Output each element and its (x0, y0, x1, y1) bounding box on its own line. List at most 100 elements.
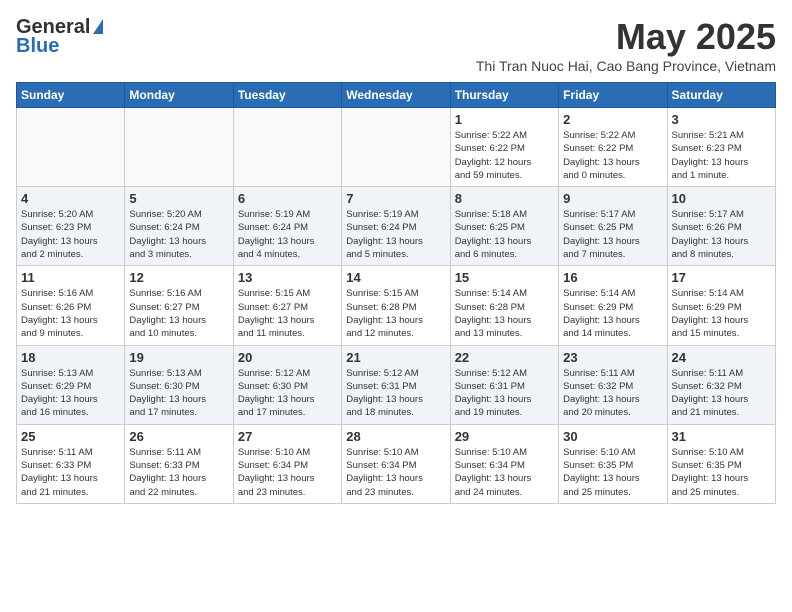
calendar-cell (17, 108, 125, 187)
calendar-cell: 20 Sunrise: 5:12 AM Sunset: 6:30 PM Dayli… (233, 345, 341, 424)
day-info: Sunrise: 5:14 AM Sunset: 6:29 PM Dayligh… (563, 287, 662, 340)
calendar-cell: 18 Sunrise: 5:13 AM Sunset: 6:29 PM Dayli… (17, 345, 125, 424)
day-info: Sunrise: 5:21 AM Sunset: 6:23 PM Dayligh… (672, 129, 771, 182)
logo: General Blue (16, 16, 103, 58)
day-info: Sunrise: 5:13 AM Sunset: 6:29 PM Dayligh… (21, 367, 120, 420)
calendar-cell: 27 Sunrise: 5:10 AM Sunset: 6:34 PM Dayli… (233, 424, 341, 503)
column-header-thursday: Thursday (450, 83, 558, 108)
calendar-cell (233, 108, 341, 187)
calendar-cell (125, 108, 233, 187)
day-number: 18 (21, 350, 120, 365)
calendar-title: May 2025 (476, 16, 776, 58)
day-info: Sunrise: 5:12 AM Sunset: 6:31 PM Dayligh… (455, 367, 554, 420)
day-number: 21 (346, 350, 445, 365)
calendar-week-row: 1 Sunrise: 5:22 AM Sunset: 6:22 PM Daylig… (17, 108, 776, 187)
day-number: 16 (563, 270, 662, 285)
calendar-cell: 6Sunrise: 5:19 AM Sunset: 6:24 PM Daylig… (233, 187, 341, 266)
title-block: May 2025 Thi Tran Nuoc Hai, Cao Bang Pro… (476, 16, 776, 74)
calendar-cell: 30Sunrise: 5:10 AM Sunset: 6:35 PM Dayli… (559, 424, 667, 503)
day-number: 22 (455, 350, 554, 365)
day-number: 30 (563, 429, 662, 444)
day-info: Sunrise: 5:19 AM Sunset: 6:24 PM Dayligh… (346, 208, 445, 261)
calendar-header-row: SundayMondayTuesdayWednesdayThursdayFrid… (17, 83, 776, 108)
day-number: 29 (455, 429, 554, 444)
calendar-cell: 10Sunrise: 5:17 AM Sunset: 6:26 PM Dayli… (667, 187, 775, 266)
calendar-cell: 12 Sunrise: 5:16 AM Sunset: 6:27 PM Dayli… (125, 266, 233, 345)
calendar-cell: 29 Sunrise: 5:10 AM Sunset: 6:34 PM Dayli… (450, 424, 558, 503)
day-number: 19 (129, 350, 228, 365)
day-number: 31 (672, 429, 771, 444)
calendar-cell: 28 Sunrise: 5:10 AM Sunset: 6:34 PM Dayli… (342, 424, 450, 503)
day-number: 27 (238, 429, 337, 444)
day-number: 12 (129, 270, 228, 285)
calendar-cell (342, 108, 450, 187)
day-info: Sunrise: 5:10 AM Sunset: 6:34 PM Dayligh… (346, 446, 445, 499)
calendar-cell: 2Sunrise: 5:22 AM Sunset: 6:22 PM Daylig… (559, 108, 667, 187)
calendar-location: Thi Tran Nuoc Hai, Cao Bang Province, Vi… (476, 58, 776, 74)
day-info: Sunrise: 5:12 AM Sunset: 6:30 PM Dayligh… (238, 367, 337, 420)
day-number: 2 (563, 112, 662, 127)
day-info: Sunrise: 5:11 AM Sunset: 6:32 PM Dayligh… (563, 367, 662, 420)
calendar-cell: 31 Sunrise: 5:10 AM Sunset: 6:35 PM Dayli… (667, 424, 775, 503)
column-header-sunday: Sunday (17, 83, 125, 108)
calendar-cell: 14Sunrise: 5:15 AM Sunset: 6:28 PM Dayli… (342, 266, 450, 345)
calendar-cell: 1 Sunrise: 5:22 AM Sunset: 6:22 PM Daylig… (450, 108, 558, 187)
calendar-cell: 13Sunrise: 5:15 AM Sunset: 6:27 PM Dayli… (233, 266, 341, 345)
calendar-cell: 21 Sunrise: 5:12 AM Sunset: 6:31 PM Dayli… (342, 345, 450, 424)
day-info: Sunrise: 5:10 AM Sunset: 6:34 PM Dayligh… (455, 446, 554, 499)
day-info: Sunrise: 5:12 AM Sunset: 6:31 PM Dayligh… (346, 367, 445, 420)
calendar-cell: 23 Sunrise: 5:11 AM Sunset: 6:32 PM Dayli… (559, 345, 667, 424)
day-number: 14 (346, 270, 445, 285)
calendar-cell: 4 Sunrise: 5:20 AM Sunset: 6:23 PM Daylig… (17, 187, 125, 266)
day-info: Sunrise: 5:17 AM Sunset: 6:25 PM Dayligh… (563, 208, 662, 261)
calendar-cell: 16 Sunrise: 5:14 AM Sunset: 6:29 PM Dayli… (559, 266, 667, 345)
day-info: Sunrise: 5:20 AM Sunset: 6:24 PM Dayligh… (129, 208, 228, 261)
day-info: Sunrise: 5:10 AM Sunset: 6:35 PM Dayligh… (672, 446, 771, 499)
day-number: 6 (238, 191, 337, 206)
calendar-cell: 24 Sunrise: 5:11 AM Sunset: 6:32 PM Dayli… (667, 345, 775, 424)
day-info: Sunrise: 5:11 AM Sunset: 6:33 PM Dayligh… (21, 446, 120, 499)
day-number: 20 (238, 350, 337, 365)
day-info: Sunrise: 5:10 AM Sunset: 6:34 PM Dayligh… (238, 446, 337, 499)
day-number: 24 (672, 350, 771, 365)
day-info: Sunrise: 5:15 AM Sunset: 6:27 PM Dayligh… (238, 287, 337, 340)
day-info: Sunrise: 5:14 AM Sunset: 6:28 PM Dayligh… (455, 287, 554, 340)
calendar-cell: 5 Sunrise: 5:20 AM Sunset: 6:24 PM Daylig… (125, 187, 233, 266)
calendar-week-row: 25 Sunrise: 5:11 AM Sunset: 6:33 PM Dayli… (17, 424, 776, 503)
day-number: 28 (346, 429, 445, 444)
day-info: Sunrise: 5:20 AM Sunset: 6:23 PM Dayligh… (21, 208, 120, 261)
day-info: Sunrise: 5:22 AM Sunset: 6:22 PM Dayligh… (455, 129, 554, 182)
day-info: Sunrise: 5:17 AM Sunset: 6:26 PM Dayligh… (672, 208, 771, 261)
column-header-monday: Monday (125, 83, 233, 108)
day-number: 25 (21, 429, 120, 444)
day-number: 5 (129, 191, 228, 206)
day-number: 3 (672, 112, 771, 127)
calendar-cell: 11 Sunrise: 5:16 AM Sunset: 6:26 PM Dayli… (17, 266, 125, 345)
calendar-cell: 19 Sunrise: 5:13 AM Sunset: 6:30 PM Dayli… (125, 345, 233, 424)
calendar-cell: 3 Sunrise: 5:21 AM Sunset: 6:23 PM Daylig… (667, 108, 775, 187)
calendar-week-row: 11 Sunrise: 5:16 AM Sunset: 6:26 PM Dayli… (17, 266, 776, 345)
day-info: Sunrise: 5:11 AM Sunset: 6:33 PM Dayligh… (129, 446, 228, 499)
day-number: 8 (455, 191, 554, 206)
day-number: 11 (21, 270, 120, 285)
calendar-cell: 25 Sunrise: 5:11 AM Sunset: 6:33 PM Dayli… (17, 424, 125, 503)
page-header: General Blue May 2025 Thi Tran Nuoc Hai,… (16, 16, 776, 74)
column-header-friday: Friday (559, 83, 667, 108)
day-info: Sunrise: 5:16 AM Sunset: 6:26 PM Dayligh… (21, 287, 120, 340)
day-number: 26 (129, 429, 228, 444)
day-number: 1 (455, 112, 554, 127)
day-number: 7 (346, 191, 445, 206)
day-info: Sunrise: 5:11 AM Sunset: 6:32 PM Dayligh… (672, 367, 771, 420)
day-number: 9 (563, 191, 662, 206)
calendar-week-row: 18 Sunrise: 5:13 AM Sunset: 6:29 PM Dayli… (17, 345, 776, 424)
column-header-saturday: Saturday (667, 83, 775, 108)
day-info: Sunrise: 5:16 AM Sunset: 6:27 PM Dayligh… (129, 287, 228, 340)
day-info: Sunrise: 5:14 AM Sunset: 6:29 PM Dayligh… (672, 287, 771, 340)
day-number: 17 (672, 270, 771, 285)
day-number: 15 (455, 270, 554, 285)
calendar-cell: 17 Sunrise: 5:14 AM Sunset: 6:29 PM Dayli… (667, 266, 775, 345)
day-number: 4 (21, 191, 120, 206)
day-info: Sunrise: 5:18 AM Sunset: 6:25 PM Dayligh… (455, 208, 554, 261)
day-number: 23 (563, 350, 662, 365)
day-info: Sunrise: 5:13 AM Sunset: 6:30 PM Dayligh… (129, 367, 228, 420)
